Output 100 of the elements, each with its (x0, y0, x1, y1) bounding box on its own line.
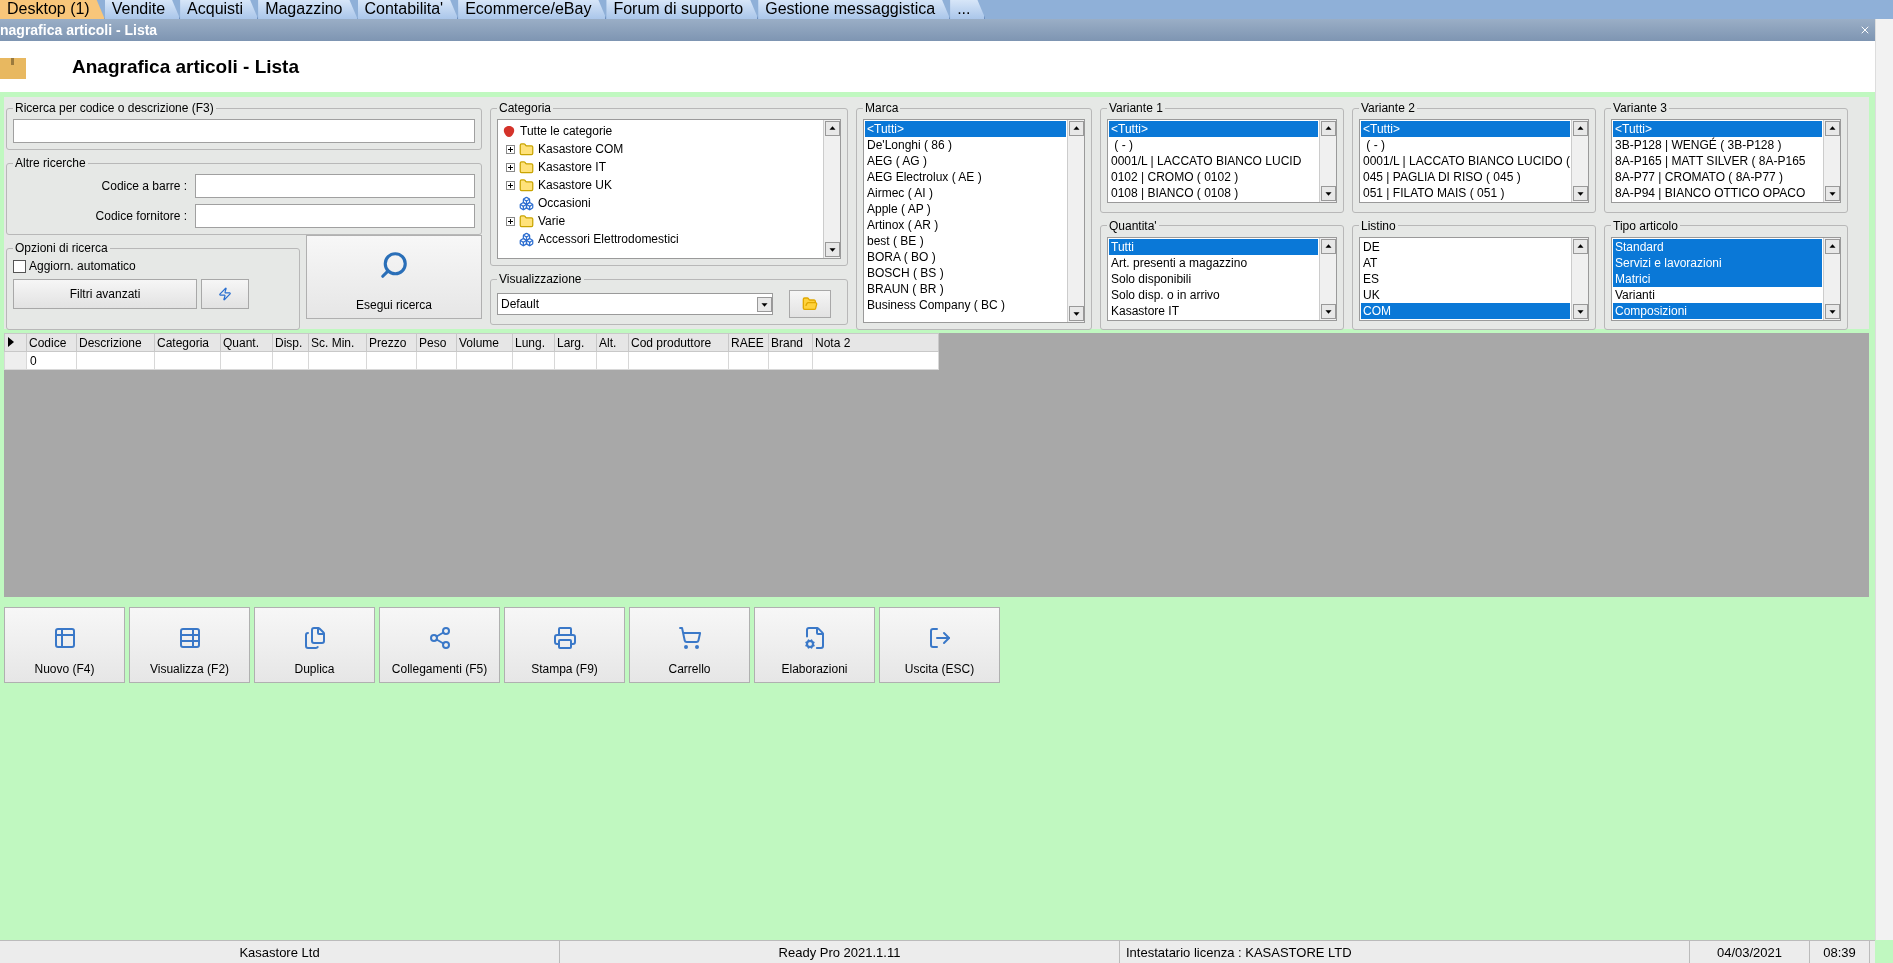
action-button[interactable]: Stampa (F9) (504, 607, 625, 683)
column-header[interactable]: Cod produttore (628, 333, 729, 352)
tree-item[interactable]: Kasastore UK (538, 178, 613, 192)
close-icon[interactable] (1859, 24, 1871, 36)
advanced-filters-button[interactable]: Filtri avanzati (13, 279, 197, 309)
expand-icon[interactable] (506, 144, 515, 154)
list-item[interactable]: 0001/L | LACCATO BIANCO LUCIDO ( (1361, 153, 1570, 169)
column-header[interactable]: Quant. (220, 333, 273, 352)
input-field[interactable] (195, 204, 475, 228)
tree-item[interactable]: Occasioni (538, 196, 591, 210)
list-item[interactable]: 8A-P94 | BIANCO OTTICO OPACO (1613, 185, 1822, 201)
column-header[interactable]: Brand (768, 333, 813, 352)
input-field[interactable] (195, 174, 475, 198)
list-item[interactable]: AEG ( AG ) (865, 153, 1066, 169)
tab[interactable]: Desktop (1) (0, 0, 105, 19)
list-item[interactable]: Artinox ( AR ) (865, 217, 1066, 233)
list-box[interactable]: <Tutti> 3B-P128 | WENGÉ ( 3B-P128 ) 8A-P165 | MATT SILVER ( 8A-P165 8A-P77 | CROMATO ( 8A-P77 ) 8A-P94 | BIANCO OTTICO OPACO (1611, 119, 1841, 203)
list-item[interactable]: 0102 | CROMO ( 0102 ) (1109, 169, 1318, 185)
scroll-up-icon[interactable] (1824, 238, 1840, 254)
tree-item[interactable]: Kasastore IT (538, 160, 607, 174)
list-item[interactable]: BRAUN ( BR ) (865, 281, 1066, 297)
list-item[interactable]: 8A-P77 | CROMATO ( 8A-P77 ) (1613, 169, 1822, 185)
list-item[interactable]: 3B-P128 | WENGÉ ( 3B-P128 ) (1613, 137, 1822, 153)
list-item[interactable]: BOSCH ( BS ) (865, 265, 1066, 281)
column-header[interactable]: Peso (416, 333, 457, 352)
tree-item[interactable]: Varie (538, 214, 566, 228)
view-dropdown[interactable]: Default (497, 293, 773, 315)
run-search-button[interactable]: Esegui ricerca (306, 235, 482, 319)
list-item[interactable]: <Tutti> (1361, 121, 1570, 137)
list-item[interactable]: DE (1361, 238, 1570, 255)
scroll-down-icon[interactable] (1572, 186, 1588, 201)
search-field[interactable] (13, 119, 475, 143)
scroll-up-icon[interactable] (1572, 121, 1588, 136)
checkbox[interactable] (13, 259, 26, 273)
list-item[interactable]: 0001/L | LACCATO BIANCO LUCID (1109, 153, 1318, 169)
column-header[interactable]: Volume (456, 333, 513, 352)
column-header[interactable]: Disp. (272, 333, 309, 352)
list-box[interactable]: <Tutti> De'Longhi ( 86 ) AEG ( AG ) AEG Electrolux ( AE ) Airmec ( AI ) Apple ( AP ) Artinox ( AR ) best ( BE ) BORA ( BO ) BOSCH ( BS ) BRAUN ( BR ) Business Company ( BC ) (863, 119, 1085, 323)
list-item[interactable]: Apple ( AP ) (865, 201, 1066, 217)
list-box[interactable]: Tutti Art. presenti a magazzino Solo disponibili Solo disp. o in arrivo Kasastore IT (1107, 236, 1337, 321)
list-item[interactable]: Composizioni (1613, 302, 1822, 319)
action-button[interactable]: Collegamenti (F5) (379, 607, 500, 683)
column-header[interactable]: Lung. (512, 333, 555, 352)
list-item[interactable]: 0108 | BIANCO ( 0108 ) (1109, 185, 1318, 201)
list-item[interactable]: Varianti (1613, 286, 1822, 303)
column-header[interactable]: RAEE (728, 333, 769, 352)
scroll-down-icon[interactable] (1068, 306, 1084, 321)
column-header[interactable]: Alt. (596, 333, 629, 352)
tree-item[interactable]: Tutte le categorie (520, 124, 613, 138)
list-item[interactable]: ( - ) (1361, 137, 1570, 153)
list-item[interactable]: UK (1361, 286, 1570, 303)
column-header[interactable]: Categoria (154, 333, 221, 352)
list-item[interactable]: <Tutti> (1613, 121, 1822, 137)
list-item[interactable]: De'Longhi ( 86 ) (865, 137, 1066, 153)
scroll-down-icon[interactable] (1320, 303, 1336, 319)
scroll-down-icon[interactable] (1572, 303, 1588, 319)
list-item[interactable]: Art. presenti a magazzino (1109, 254, 1318, 271)
list-item[interactable]: ( - ) (1109, 137, 1318, 153)
tab[interactable]: Contabilita' (357, 0, 459, 19)
action-button[interactable]: Uscita (ESC) (879, 607, 1000, 683)
action-button[interactable]: Duplica (254, 607, 375, 683)
column-header[interactable]: Codice (26, 333, 77, 352)
list-item[interactable]: Airmec ( AI ) (865, 185, 1066, 201)
list-item[interactable]: Solo disponibili (1109, 270, 1318, 287)
expand-icon[interactable] (506, 180, 515, 190)
list-item[interactable]: COM (1361, 302, 1570, 319)
tab[interactable]: Vendite (104, 0, 181, 19)
list-item[interactable]: best ( BE ) (865, 233, 1066, 249)
list-box[interactable]: <Tutti> ( - ) 0001/L | LACCATO BIANCO LUCID 0102 | CROMO ( 0102 ) 0108 | BIANCO ( 0108 ) (1107, 119, 1337, 203)
tree-item[interactable]: Kasastore COM (538, 142, 624, 156)
scroll-up-icon[interactable] (1320, 238, 1336, 254)
list-item[interactable]: Tutti (1109, 238, 1318, 255)
tab[interactable]: Magazzino (258, 0, 358, 19)
list-item[interactable]: Business Company ( BC ) (865, 297, 1066, 313)
tab[interactable]: ... (950, 0, 986, 19)
scroll-down-icon[interactable] (1824, 303, 1840, 319)
tab[interactable]: Gestione messaggistica (758, 0, 951, 19)
tab[interactable]: Ecommerce/eBay (458, 0, 607, 19)
action-button[interactable]: Carrello (629, 607, 750, 683)
list-box[interactable]: DE AT ES UK COM (1359, 236, 1589, 321)
scroll-down-icon[interactable] (824, 242, 840, 257)
list-item[interactable]: Solo disp. o in arrivo (1109, 286, 1318, 303)
action-button[interactable]: Elaborazioni (754, 607, 875, 683)
tab[interactable]: Forum di supporto (606, 0, 759, 19)
category-tree[interactable]: Tutte le categorie Kasastore COM Kasastore IT Kasastore UK Occasioni Varie Accessori Elettrodomestici (497, 119, 841, 259)
tab[interactable]: Acquisti (180, 0, 259, 19)
list-item[interactable]: 051 | FILATO MAIS ( 051 ) (1361, 185, 1570, 201)
list-item[interactable]: AEG Electrolux ( AE ) (865, 169, 1066, 185)
action-button[interactable]: Nuovo (F4) (4, 607, 125, 683)
list-item[interactable]: <Tutti> (1109, 121, 1318, 137)
list-box[interactable]: Standard Servizi e lavorazioni Matrici Varianti Composizioni (1611, 236, 1841, 321)
column-header[interactable]: Nota 2 (812, 333, 939, 352)
list-item[interactable]: 8A-P165 | MATT SILVER ( 8A-P165 (1613, 153, 1822, 169)
scroll-up-icon[interactable] (1320, 121, 1336, 136)
list-item[interactable]: BORA ( BO ) (865, 249, 1066, 265)
action-button[interactable]: Visualizza (F2) (129, 607, 250, 683)
list-item[interactable]: Standard (1613, 238, 1822, 255)
list-item[interactable]: <Tutti> (865, 121, 1066, 137)
list-item[interactable]: 045 | PAGLIA DI RISO ( 045 ) (1361, 169, 1570, 185)
column-header[interactable]: Larg. (554, 333, 597, 352)
